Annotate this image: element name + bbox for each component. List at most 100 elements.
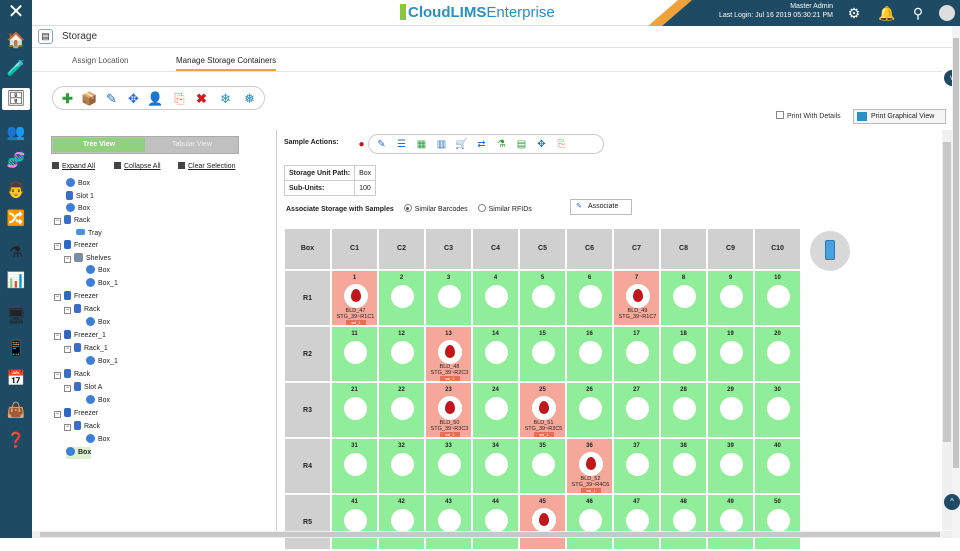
transfer-icon[interactable]: ⇄ [475, 138, 488, 151]
tree-node[interactable]: Tray [76, 228, 102, 240]
expand-all-link[interactable]: Expand All [52, 162, 95, 170]
home-icon[interactable]: 🏠 [4, 30, 28, 52]
collapse-toggle-icon[interactable]: − [64, 307, 71, 314]
avatar[interactable] [939, 5, 955, 21]
tree-node[interactable]: Box [86, 317, 110, 329]
tree-node[interactable]: Box_1 [86, 278, 118, 290]
tree-node[interactable]: − Rack [54, 215, 90, 227]
tree-node[interactable]: − Slot A [64, 382, 102, 394]
list-icon[interactable]: ☰ [395, 138, 408, 151]
storage-slot[interactable]: 15 [519, 326, 566, 382]
similar-barcodes-option[interactable]: Similar Barcodes [403, 204, 468, 213]
tree-view-button[interactable]: Tree View [53, 138, 145, 152]
move-sample-icon[interactable]: ✥ [535, 138, 548, 151]
storage-slot[interactable]: 16 [566, 326, 613, 382]
collapse-toggle-icon[interactable]: − [54, 372, 61, 379]
tree-node[interactable]: − Rack [64, 304, 100, 316]
tree-node[interactable]: Slot 1 [66, 191, 94, 203]
storage-slot[interactable]: 17 [613, 326, 660, 382]
storage-slot[interactable]: 10 [754, 270, 801, 326]
print-graphical-view-button[interactable]: Print Graphical View [853, 109, 946, 124]
storage-slot[interactable]: 14 [472, 326, 519, 382]
collapse-toggle-icon[interactable]: − [64, 346, 71, 353]
storage-slot[interactable]: 50 [754, 494, 801, 550]
storage-slot[interactable]: 33 [425, 438, 472, 494]
storage-slot-filled[interactable]: 23 BLD_50 STG_39~R3C3 ssl_1 [425, 382, 472, 438]
tree-node[interactable]: Box [86, 395, 110, 407]
copy-icon[interactable]: ⎘ [171, 90, 188, 107]
export-icon[interactable]: ⎘ [555, 138, 568, 151]
tubes-icon[interactable]: 🧪 [4, 58, 28, 80]
page-scrollbar[interactable] [952, 26, 960, 538]
tree-node-selected[interactable]: Box [66, 447, 92, 459]
storage-slot[interactable]: 44 [472, 494, 519, 550]
tree-node[interactable]: − Shelves [64, 253, 111, 265]
trash-button[interactable] [810, 231, 850, 271]
storage-slot[interactable]: 22 [378, 382, 425, 438]
storage-slot[interactable]: 21 [331, 382, 378, 438]
print-details-checkbox[interactable] [776, 111, 784, 119]
storage-slot[interactable]: 12 [378, 326, 425, 382]
tree-node[interactable]: Box [66, 178, 90, 190]
tree-node[interactable]: − Rack [54, 369, 90, 381]
workflow-icon[interactable]: 🔀 [4, 208, 28, 230]
add-icon[interactable]: ✚ [59, 90, 76, 107]
tree-node[interactable]: Box [66, 203, 90, 215]
edit-icon[interactable]: ✎ [103, 90, 120, 107]
storage-slot[interactable]: 26 [566, 382, 613, 438]
edit-sample-icon[interactable]: ✎ [375, 138, 388, 151]
storage-slot[interactable]: 34 [472, 438, 519, 494]
similar-rfids-radio[interactable] [477, 204, 486, 212]
tree-node[interactable]: Box_1 [86, 356, 118, 368]
storage-slot[interactable]: 24 [472, 382, 519, 438]
table-icon[interactable]: ▦ [415, 138, 428, 151]
storage-slot[interactable]: 39 [707, 438, 754, 494]
storage-slot[interactable]: 42 [378, 494, 425, 550]
panel-scrollbar-thumb[interactable] [943, 142, 951, 442]
horizontal-scrollbar[interactable] [32, 531, 952, 538]
help-icon[interactable]: ❓ [4, 430, 28, 452]
gear-icon[interactable]: ⚙ [845, 4, 863, 22]
storage-slot-filled[interactable]: 45 [519, 494, 566, 550]
storage-slot[interactable]: 18 [660, 326, 707, 382]
storage-slot[interactable]: 5 [519, 270, 566, 326]
storage-slot[interactable]: 20 [754, 326, 801, 382]
storage-slot[interactable]: 4 [472, 270, 519, 326]
storage-slot[interactable]: 8 [660, 270, 707, 326]
tree-node[interactable]: − Freezer [54, 408, 98, 420]
close-menu-button[interactable]: ✕ [0, 0, 32, 26]
bell-icon[interactable]: 🔔 [878, 4, 896, 22]
storage-slot[interactable]: 40 [754, 438, 801, 494]
collapse-toggle-icon[interactable]: − [54, 411, 61, 418]
tree-node[interactable]: − Freezer [54, 291, 98, 303]
chevron-up-icon[interactable]: ^ [944, 494, 960, 510]
storage-slot[interactable]: 49 [707, 494, 754, 550]
storage-slot[interactable]: 38 [660, 438, 707, 494]
clear-selection-link[interactable]: Clear Selection [178, 162, 235, 170]
search-icon[interactable]: ⚲ [909, 4, 927, 22]
storage-slot[interactable]: 29 [707, 382, 754, 438]
collapse-all-link[interactable]: Collapse All [114, 162, 161, 170]
flask-icon[interactable]: ⚗ [4, 242, 28, 264]
collapse-toggle-icon[interactable]: − [54, 218, 61, 225]
storage-slot[interactable]: 47 [613, 494, 660, 550]
dna-icon[interactable]: 🧬 [4, 150, 28, 172]
tab-assign-location[interactable]: Assign Location [72, 56, 128, 65]
print-with-details-option[interactable]: Print With Details [776, 111, 841, 120]
storage-slot[interactable]: 35 [519, 438, 566, 494]
collapse-toggle-icon[interactable]: − [54, 294, 61, 301]
storage-slot[interactable]: 37 [613, 438, 660, 494]
freeze-icon[interactable]: ❄ [217, 90, 234, 107]
barcode-icon[interactable]: ▤ [515, 138, 528, 151]
tree-node[interactable]: − Freezer [54, 240, 98, 252]
similar-rfids-option[interactable]: Similar RFIDs [477, 204, 532, 213]
delete-icon[interactable]: ✖ [193, 90, 210, 107]
bag-icon[interactable]: 👜 [4, 400, 28, 422]
storage-slot-filled[interactable]: 7 BLD_49 STG_39~R1C7 [613, 270, 660, 326]
page-scrollbar-thumb[interactable] [953, 38, 959, 468]
tabular-view-button[interactable]: Tabular View [147, 138, 237, 152]
storage-slot[interactable]: 27 [613, 382, 660, 438]
storage-slot[interactable]: 48 [660, 494, 707, 550]
storage-slot[interactable]: 11 [331, 326, 378, 382]
storage-slot-filled[interactable]: 36 BLD_52 STG_39~R4C6 ssl_1 [566, 438, 613, 494]
